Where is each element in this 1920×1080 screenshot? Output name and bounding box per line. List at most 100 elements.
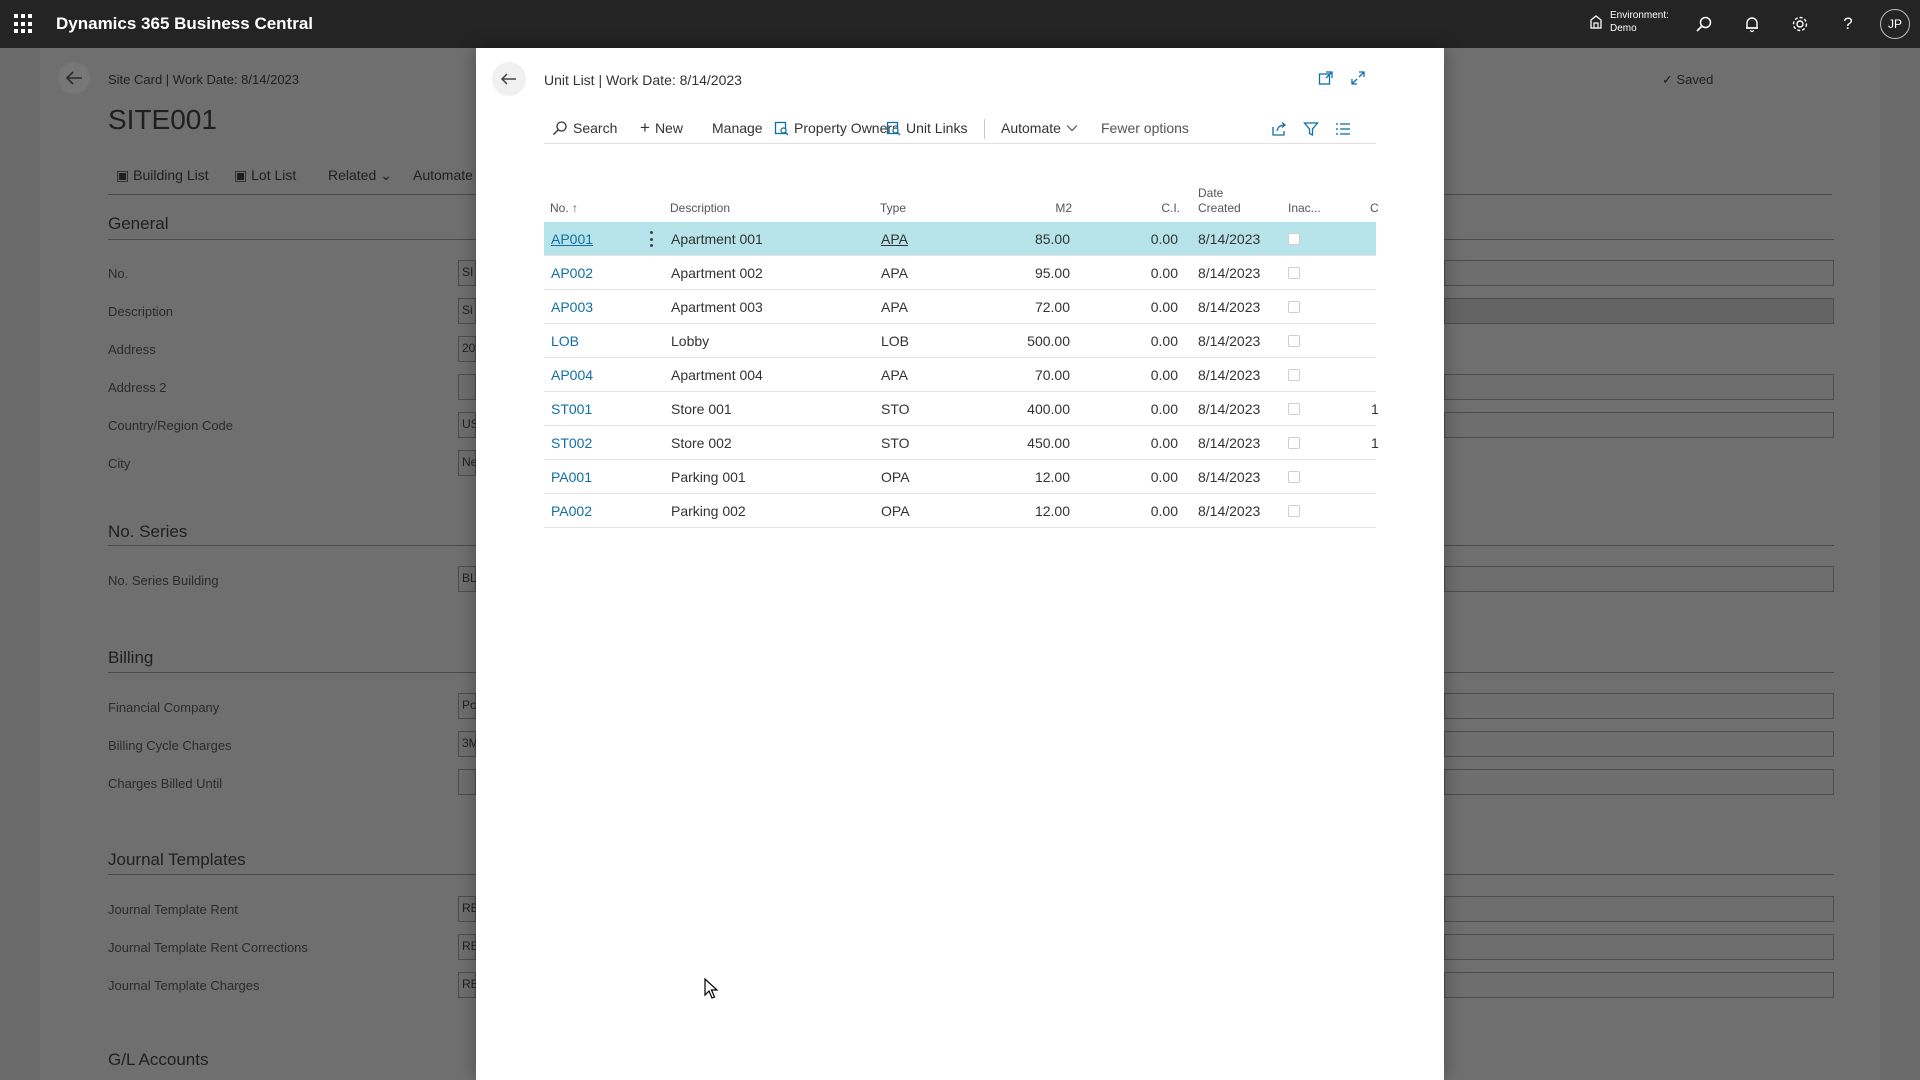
column-header-more[interactable]: C bbox=[1370, 201, 1379, 216]
filter-icon[interactable] bbox=[1302, 120, 1320, 138]
table-row[interactable]: LOB Lobby LOB 500.00 0.00 8/14/2023 bbox=[544, 324, 1376, 358]
bg-field-label: Journal Template Rent bbox=[108, 902, 238, 917]
unit-list-dialog: Unit List | Work Date: 8/14/2023 Search … bbox=[476, 48, 1444, 1080]
search-icon[interactable] bbox=[1692, 12, 1716, 36]
table-row[interactable]: PA002 Parking 002 OPA 12.00 0.00 8/14/20… bbox=[544, 494, 1376, 528]
fewer-options-button[interactable]: Fewer options bbox=[1101, 120, 1189, 136]
table-row[interactable]: PA001 Parking 001 OPA 12.00 0.00 8/14/20… bbox=[544, 460, 1376, 494]
cell-type: LOB bbox=[881, 333, 910, 349]
expand-icon[interactable] bbox=[1348, 68, 1368, 88]
dialog-title: Unit List | Work Date: 8/14/2023 bbox=[544, 72, 742, 88]
cell-type: OPA bbox=[881, 469, 910, 485]
cell-inactive-checkbox[interactable] bbox=[1288, 335, 1300, 347]
column-header-date-line2: Created bbox=[1198, 201, 1241, 215]
cell-m2: 95.00 bbox=[1034, 265, 1070, 281]
avatar[interactable]: JP bbox=[1880, 9, 1910, 39]
cell-date-created: 8/14/2023 bbox=[1198, 231, 1261, 247]
property-owners-button[interactable]: Property Owners bbox=[774, 120, 899, 136]
cell-m2: 72.00 bbox=[1034, 299, 1070, 315]
automate-menu[interactable]: Automate bbox=[1001, 120, 1078, 136]
cell-no[interactable]: PA001 bbox=[551, 469, 592, 485]
manage-menu[interactable]: Manage bbox=[712, 120, 763, 136]
search-button[interactable]: Search bbox=[552, 120, 617, 136]
cell-no[interactable]: LOB bbox=[551, 333, 579, 349]
cell-type: APA bbox=[881, 299, 908, 315]
bg-action-lot-list: ▣ Lot List bbox=[234, 167, 297, 183]
cell-inactive-checkbox[interactable] bbox=[1288, 471, 1300, 483]
plus-icon: + bbox=[640, 118, 650, 137]
cell-description: Parking 001 bbox=[671, 469, 746, 485]
cell-description: Lobby bbox=[671, 333, 710, 349]
open-in-new-window-icon[interactable] bbox=[1316, 68, 1336, 88]
table-row[interactable]: ST002 Store 002 STO 450.00 0.00 8/14/202… bbox=[544, 426, 1379, 460]
bg-field-label: Charges Billed Until bbox=[108, 776, 223, 791]
waffle-icon[interactable] bbox=[14, 14, 34, 34]
cell-inactive-checkbox[interactable] bbox=[1288, 233, 1300, 245]
unit-links-button[interactable]: Unit Links bbox=[886, 120, 967, 136]
list-view-icon[interactable] bbox=[1334, 120, 1352, 138]
cell-no[interactable]: ST002 bbox=[551, 435, 592, 451]
table-row[interactable]: AP003 Apartment 003 APA 72.00 0.00 8/14/… bbox=[544, 290, 1376, 324]
cell-date-created: 8/14/2023 bbox=[1198, 299, 1261, 315]
cell-ci: 0.00 bbox=[1150, 333, 1178, 349]
cell-inactive-checkbox[interactable] bbox=[1288, 437, 1300, 449]
back-button[interactable] bbox=[492, 62, 526, 96]
new-label: New bbox=[654, 120, 683, 136]
column-header-description[interactable]: Description bbox=[670, 201, 730, 216]
cell-inactive-checkbox[interactable] bbox=[1288, 301, 1300, 313]
cell-description: Parking 002 bbox=[671, 503, 746, 519]
table-row[interactable]: AP004 Apartment 004 APA 70.00 0.00 8/14/… bbox=[544, 358, 1376, 392]
cell-no[interactable]: AP001 bbox=[551, 231, 593, 247]
cell-type: STO bbox=[881, 401, 910, 417]
row-actions-icon[interactable] bbox=[648, 231, 654, 247]
environment-indicator[interactable]: Environment: Demo bbox=[1588, 9, 1669, 35]
bg-page-title: SITE001 bbox=[108, 104, 217, 135]
cell-ci: 0.00 bbox=[1150, 469, 1178, 485]
new-button[interactable]: + New bbox=[640, 118, 683, 137]
column-header-m2[interactable]: M2 bbox=[1052, 201, 1072, 216]
cell-no[interactable]: AP003 bbox=[551, 299, 593, 315]
cell-date-created: 8/14/2023 bbox=[1198, 435, 1261, 451]
cell-inactive-checkbox[interactable] bbox=[1288, 505, 1300, 517]
cell-description: Store 002 bbox=[671, 435, 732, 451]
gear-icon[interactable] bbox=[1788, 12, 1812, 36]
bg-field-label: No. bbox=[108, 266, 129, 281]
grid-header: No. ↑ Description Type M2 C.I. Date Crea… bbox=[544, 174, 1379, 222]
bg-action-related: Related ⌄ bbox=[328, 167, 392, 183]
column-header-ci[interactable]: C.I. bbox=[1160, 201, 1180, 216]
cell-ci: 0.00 bbox=[1150, 299, 1178, 315]
bg-field-value: Si bbox=[462, 303, 473, 317]
cell-inactive-checkbox[interactable] bbox=[1288, 369, 1300, 381]
cell-ci: 0.00 bbox=[1150, 231, 1178, 247]
share-icon[interactable] bbox=[1270, 120, 1288, 138]
column-header-inactive[interactable]: Inac... bbox=[1288, 201, 1321, 216]
cell-no[interactable]: AP004 bbox=[551, 367, 593, 383]
action-bar: Search + New Manage Property Owners Unit… bbox=[544, 114, 1376, 144]
table-row[interactable]: AP001 Apartment 001 APA 85.00 0.00 8/14/… bbox=[544, 222, 1376, 256]
column-header-no[interactable]: No. ↑ bbox=[550, 201, 578, 216]
column-header-date-created[interactable]: Date Created bbox=[1198, 186, 1241, 216]
table-row[interactable]: ST001 Store 001 STO 400.00 0.00 8/14/202… bbox=[544, 392, 1379, 426]
table-row[interactable]: AP002 Apartment 002 APA 95.00 0.00 8/14/… bbox=[544, 256, 1376, 290]
app-title[interactable]: Dynamics 365 Business Central bbox=[56, 14, 313, 34]
column-header-type[interactable]: Type bbox=[880, 201, 906, 216]
cell-date-created: 8/14/2023 bbox=[1198, 265, 1261, 281]
cell-date-created: 8/14/2023 bbox=[1198, 333, 1261, 349]
cell-type[interactable]: APA bbox=[881, 231, 908, 247]
cell-no[interactable]: AP002 bbox=[551, 265, 593, 281]
cell-inactive-checkbox[interactable] bbox=[1288, 403, 1300, 415]
bg-field-label: Description bbox=[108, 304, 174, 319]
cell-ci: 0.00 bbox=[1150, 367, 1178, 383]
cell-extra: 1 bbox=[1371, 401, 1379, 417]
bell-icon[interactable] bbox=[1740, 12, 1764, 36]
cell-no[interactable]: ST001 bbox=[551, 401, 592, 417]
bg-field-label: Country/Region Code bbox=[108, 418, 234, 433]
unit-list-grid: No. ↑ Description Type M2 C.I. Date Crea… bbox=[544, 174, 1379, 528]
cell-m2: 85.00 bbox=[1034, 231, 1070, 247]
dialog-header: Unit List | Work Date: 8/14/2023 bbox=[476, 48, 1444, 108]
cell-description: Store 001 bbox=[671, 401, 732, 417]
cell-no[interactable]: PA002 bbox=[551, 503, 592, 519]
bg-field-label: Billing Cycle Charges bbox=[108, 738, 232, 753]
cell-inactive-checkbox[interactable] bbox=[1288, 267, 1300, 279]
help-icon[interactable]: ? bbox=[1836, 12, 1860, 36]
